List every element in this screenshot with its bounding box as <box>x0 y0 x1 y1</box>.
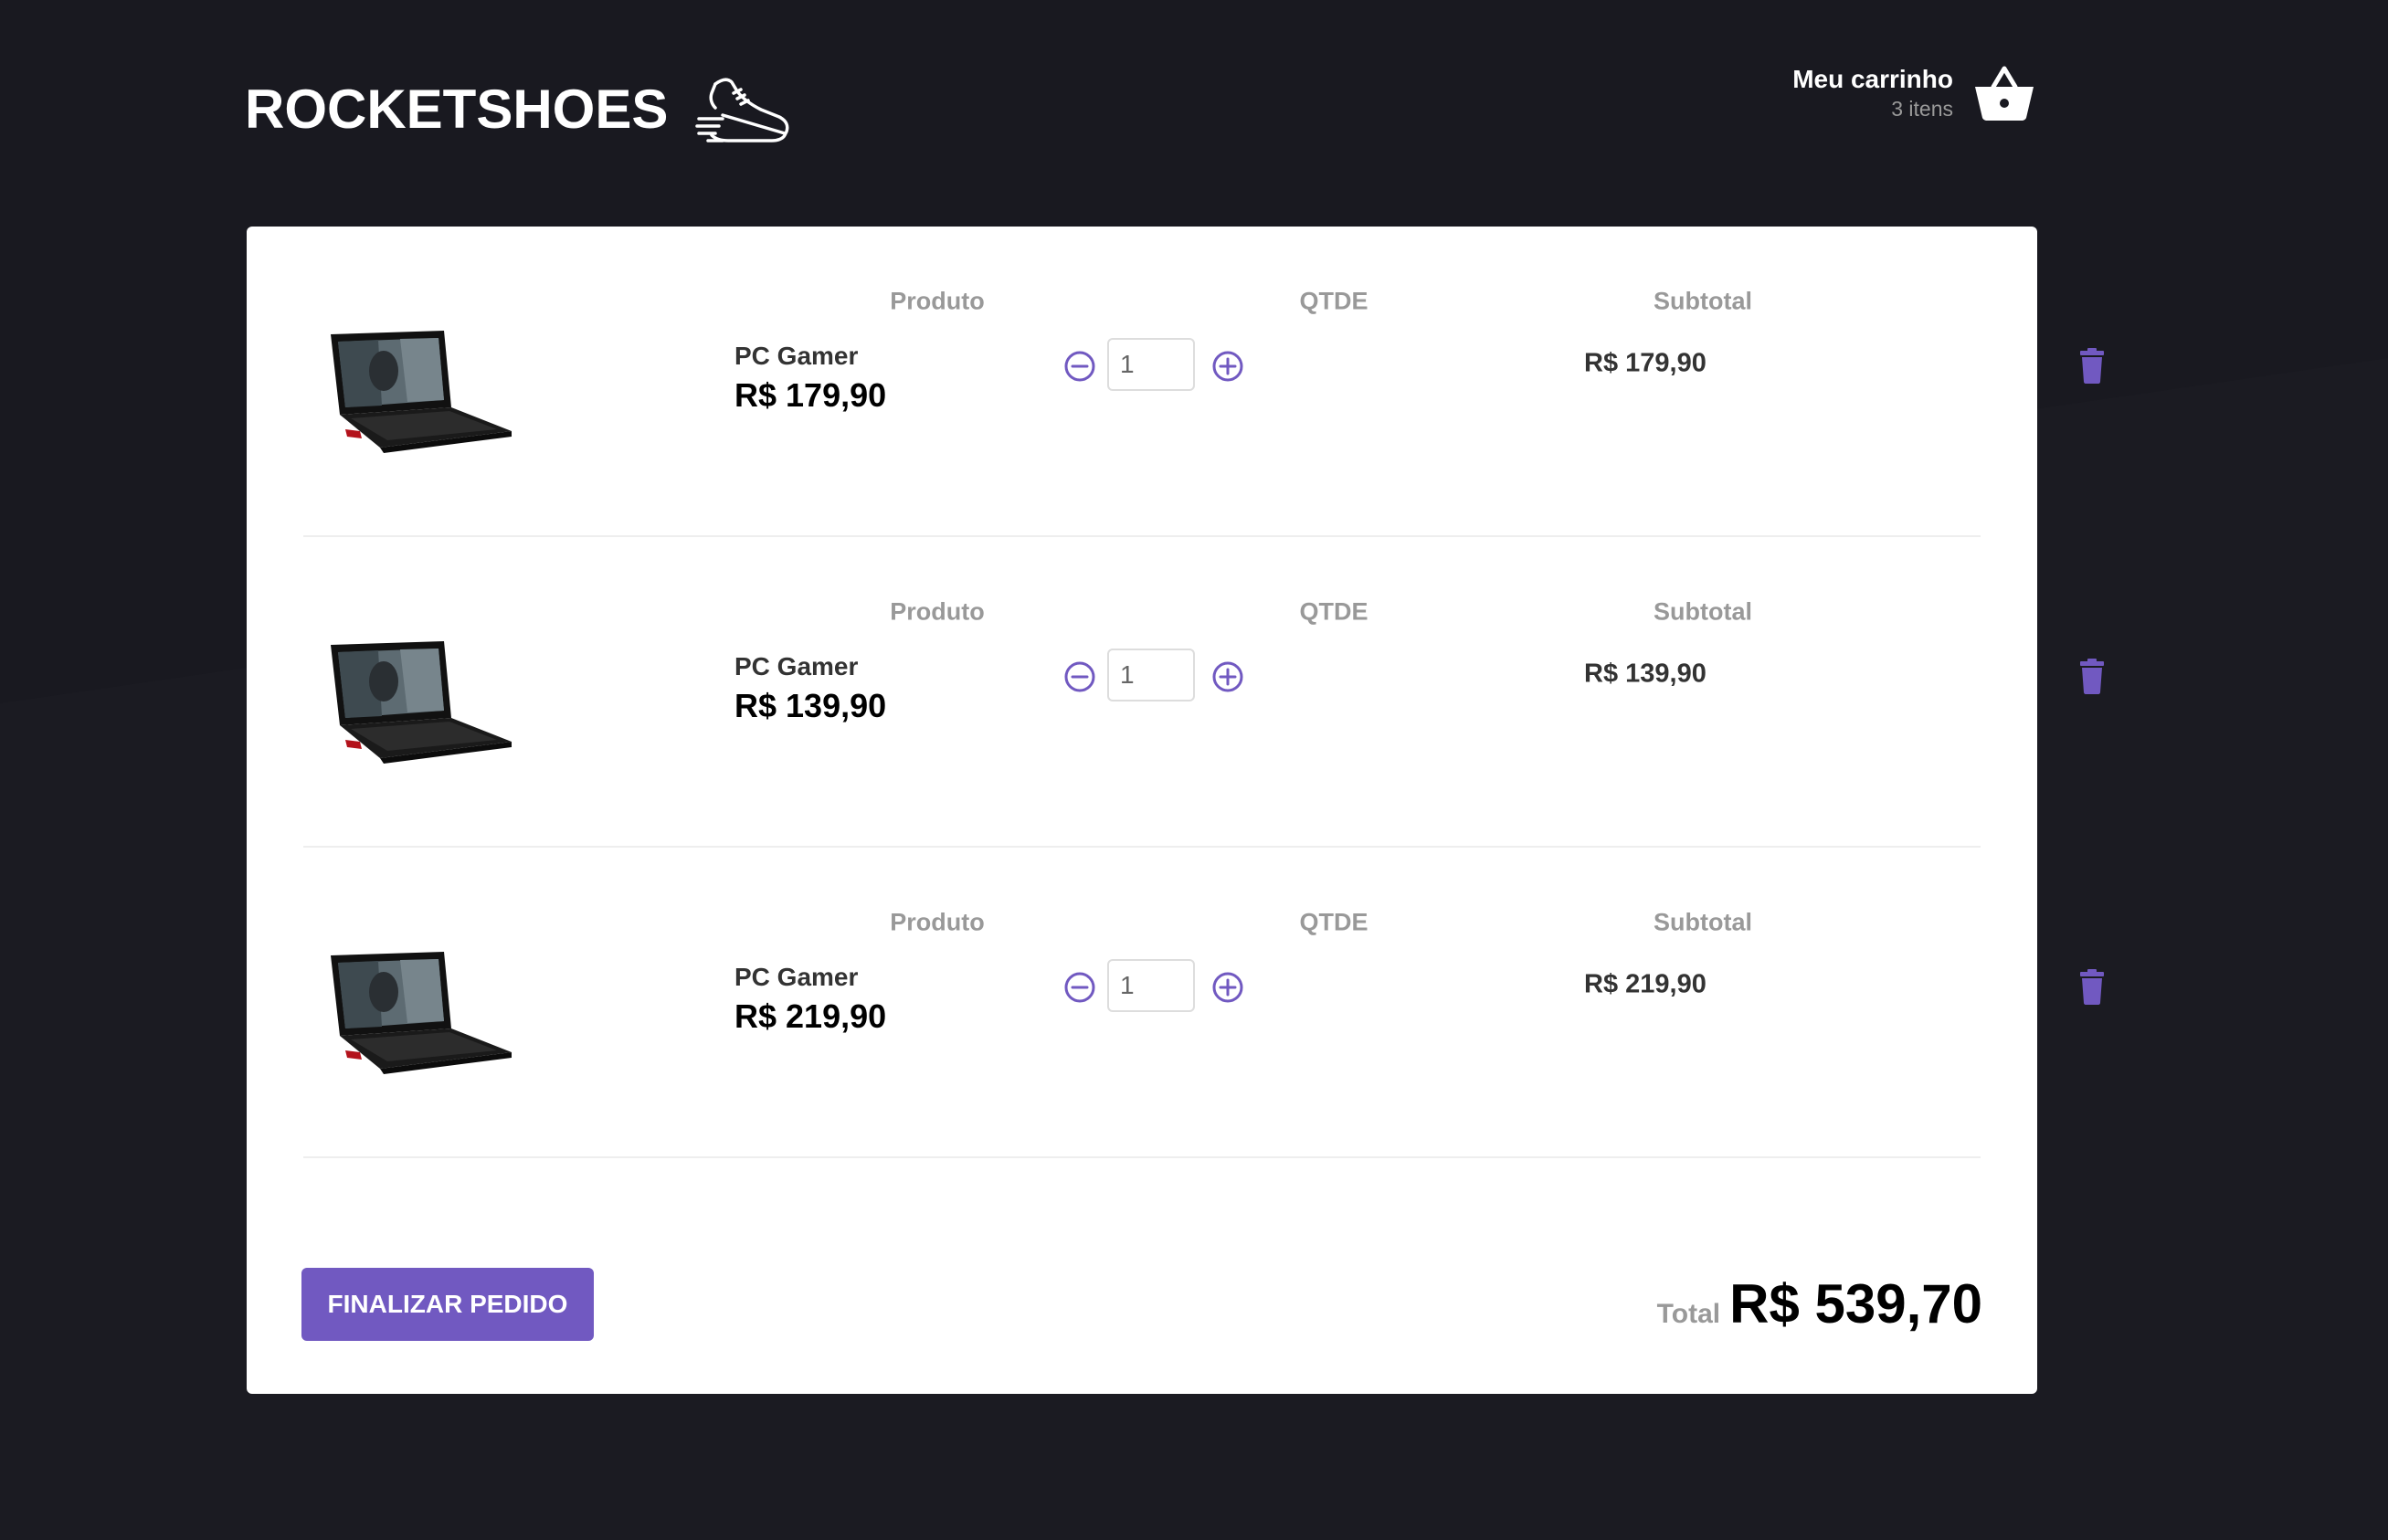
trash-icon <box>2080 659 2104 694</box>
product-name: PC Gamer <box>734 652 859 680</box>
plus-circle-icon <box>1212 661 1243 692</box>
remove-item-button[interactable] <box>2072 656 2112 696</box>
header: ROCKETSHOES Meu carrinho 3 itens <box>245 55 2035 164</box>
trash-icon <box>2080 969 2104 1005</box>
order-total: Total R$ 539,70 <box>1657 1268 1982 1341</box>
quantity-input[interactable] <box>1107 649 1195 701</box>
plus-circle-icon <box>1212 972 1243 1003</box>
product-price: R$ 139,90 <box>734 687 887 724</box>
product-image <box>323 950 515 1074</box>
decrement-quantity-button[interactable] <box>1062 969 1098 1006</box>
cart-item-count: 3 itens <box>1891 97 1953 121</box>
column-header-product: Produto <box>890 597 985 626</box>
item-subtotal: R$ 219,90 <box>1584 969 1706 999</box>
column-header-quantity: QTDE <box>1299 287 1368 315</box>
column-header-quantity: QTDE <box>1299 597 1368 626</box>
quantity-input[interactable] <box>1107 338 1195 391</box>
column-header-subtotal: Subtotal <box>1654 597 1752 626</box>
cart-item-row: Produto QTDE Subtotal PC Gamer R$ 179,90 <box>303 227 2104 537</box>
cart-title: Meu carrinho <box>1792 65 1953 93</box>
item-subtotal: R$ 139,90 <box>1584 659 1706 689</box>
cart-item-row: Produto QTDE Subtotal PC Gamer R$ 219,90 <box>303 848 2104 1158</box>
plus-circle-icon <box>1212 351 1243 382</box>
remove-item-button[interactable] <box>2072 345 2112 385</box>
decrement-quantity-button[interactable] <box>1062 348 1098 385</box>
column-header-product: Produto <box>890 287 985 315</box>
total-label: Total <box>1656 1299 1721 1329</box>
column-header-subtotal: Subtotal <box>1654 287 1752 315</box>
increment-quantity-button[interactable] <box>1210 659 1246 695</box>
cart-link[interactable]: Meu carrinho 3 itens <box>1792 64 2035 122</box>
logo-text: ROCKETSHOES <box>245 79 669 140</box>
cart-container: Produto QTDE Subtotal PC Gamer R$ 179,90 <box>247 227 2104 1394</box>
product-image <box>323 329 515 453</box>
total-value: R$ 539,70 <box>1729 1273 1982 1334</box>
logo-link[interactable]: ROCKETSHOES <box>245 55 792 164</box>
minus-circle-icon <box>1064 972 1095 1003</box>
page: ROCKETSHOES Meu carrinho 3 itens Produto… <box>0 0 2388 1540</box>
product-price: R$ 219,90 <box>734 997 887 1035</box>
increment-quantity-button[interactable] <box>1210 348 1246 385</box>
cart-item-row: Produto QTDE Subtotal PC Gamer R$ 139,90 <box>303 537 2104 848</box>
product-price: R$ 179,90 <box>734 376 887 414</box>
product-name: PC Gamer <box>734 963 859 991</box>
increment-quantity-button[interactable] <box>1210 969 1246 1006</box>
product-name: PC Gamer <box>734 342 859 370</box>
product-image <box>323 639 515 764</box>
row-divider <box>303 1156 1981 1158</box>
quantity-input[interactable] <box>1107 959 1195 1012</box>
shopping-basket-icon <box>1973 65 2035 121</box>
decrement-quantity-button[interactable] <box>1062 659 1098 695</box>
checkout-button[interactable]: Finalizar pedido <box>301 1268 594 1341</box>
running-shoe-icon <box>695 73 792 146</box>
remove-item-button[interactable] <box>2072 966 2112 1007</box>
minus-circle-icon <box>1064 661 1095 692</box>
cart-summary: Meu carrinho 3 itens <box>1792 64 1953 122</box>
minus-circle-icon <box>1064 351 1095 382</box>
trash-icon <box>2080 348 2104 384</box>
item-subtotal: R$ 179,90 <box>1584 348 1706 378</box>
column-header-product: Produto <box>890 908 985 936</box>
column-header-quantity: QTDE <box>1299 908 1368 936</box>
column-header-subtotal: Subtotal <box>1654 908 1752 936</box>
